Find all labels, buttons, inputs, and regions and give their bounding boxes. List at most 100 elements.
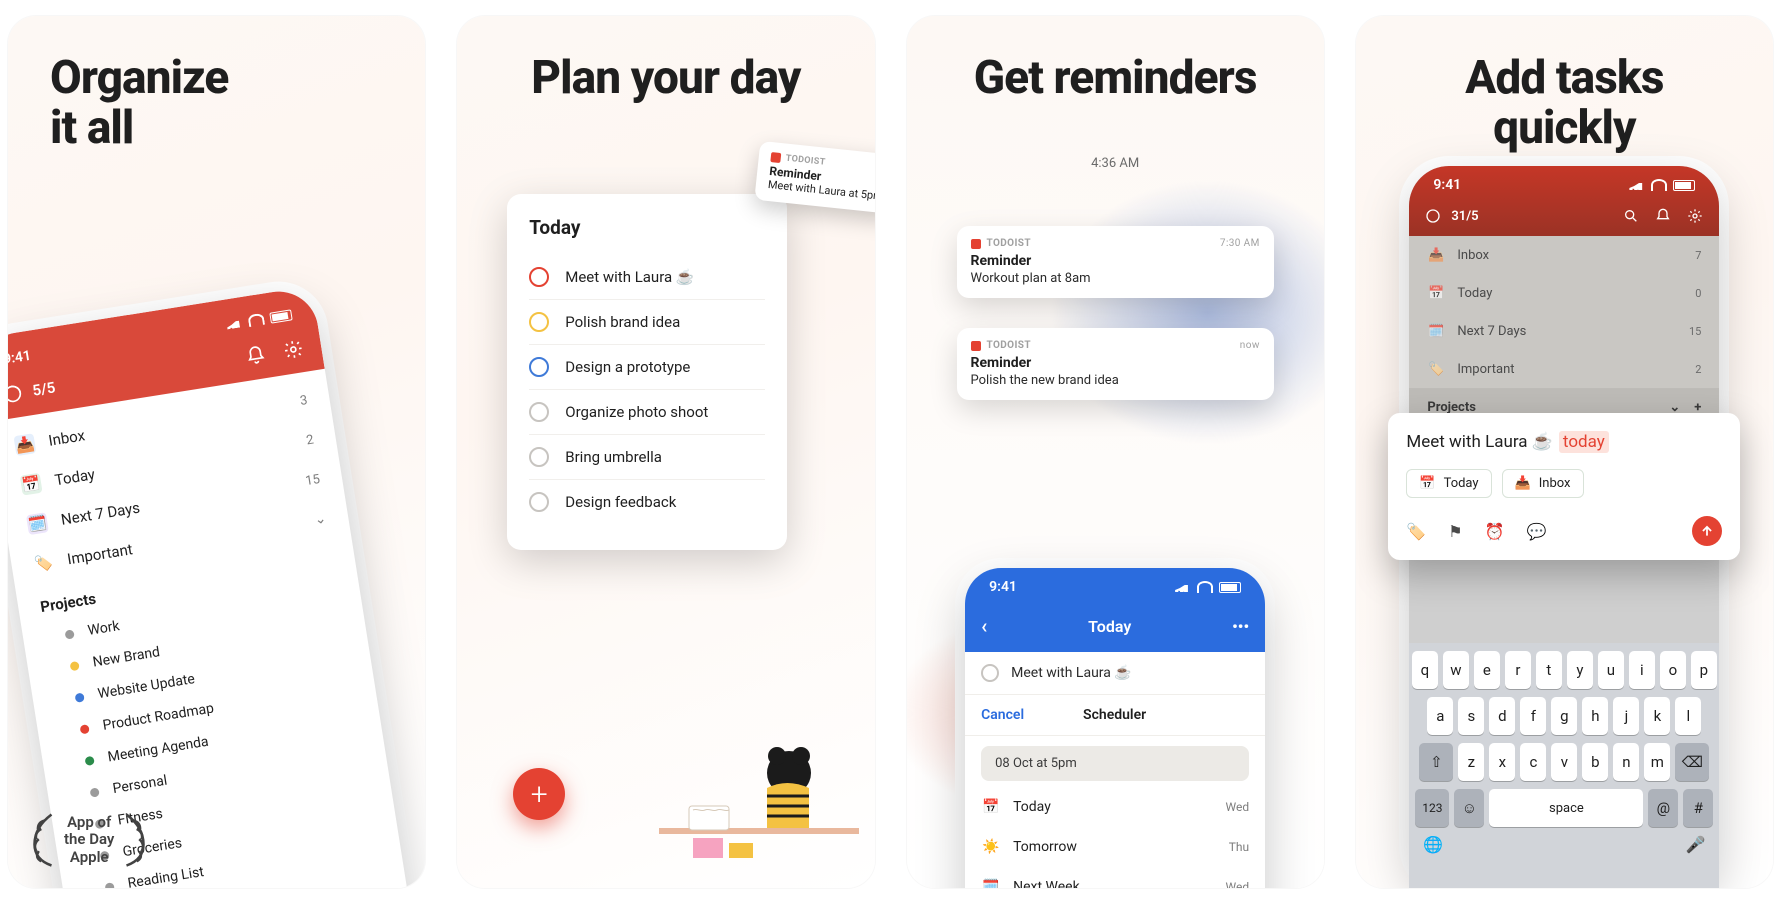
key-v[interactable]: v — [1551, 743, 1577, 781]
status-bar: 9:41 — [965, 568, 1265, 606]
alarm-icon[interactable]: ⏰ — [1485, 522, 1505, 541]
scheduler-bar: Cancel Scheduler — [965, 695, 1265, 736]
add-task-fab[interactable]: + — [513, 768, 565, 820]
notification-card[interactable]: TODOIST7:30 AM Reminder Workout plan at … — [957, 226, 1274, 298]
task-ring-icon[interactable] — [529, 402, 549, 422]
nlp-token: today — [1559, 431, 1609, 453]
key-y[interactable]: y — [1567, 651, 1593, 689]
key-i[interactable]: i — [1629, 651, 1655, 689]
nav-inbox[interactable]: 📥Inbox7 — [1409, 236, 1719, 274]
nav-today[interactable]: 📅Today0 — [1409, 274, 1719, 312]
comment-icon[interactable]: 💬 — [1527, 522, 1547, 541]
key-space[interactable]: space — [1489, 789, 1643, 827]
laurel-left-icon — [26, 810, 60, 870]
key-a[interactable]: a — [1427, 697, 1453, 735]
key-s[interactable]: s — [1458, 697, 1484, 735]
task-ring-icon[interactable] — [529, 492, 549, 512]
label-icon[interactable]: 🏷️ — [1406, 522, 1426, 541]
key-b[interactable]: b — [1582, 743, 1608, 781]
task-row[interactable]: Meet with Laura ☕ — [965, 652, 1265, 695]
key-j[interactable]: j — [1613, 697, 1639, 735]
key-m[interactable]: m — [1644, 743, 1670, 781]
key-f[interactable]: f — [1520, 697, 1546, 735]
key-w[interactable]: w — [1443, 651, 1469, 689]
gear-icon[interactable] — [282, 338, 305, 361]
date-chip[interactable]: 📅Today — [1406, 469, 1491, 498]
task-row[interactable]: Polish brand idea — [529, 300, 765, 345]
title-bar: ‹ Today ••• — [965, 606, 1265, 652]
calendar-icon: 🗓️ — [26, 512, 49, 535]
key-l[interactable]: l — [1675, 697, 1701, 735]
key-shift[interactable]: ⇧ — [1419, 743, 1453, 781]
task-ring-icon[interactable] — [529, 447, 549, 467]
key-123[interactable]: 123 — [1415, 789, 1449, 827]
nav-important[interactable]: 🏷️Important2 — [1409, 350, 1719, 388]
key-e[interactable]: e — [1474, 651, 1500, 689]
key-u[interactable]: u — [1598, 651, 1624, 689]
search-icon[interactable] — [1623, 208, 1639, 224]
key-t[interactable]: t — [1536, 651, 1562, 689]
sched-next-week[interactable]: 🗓️Next WeekWed — [965, 867, 1265, 888]
bell-icon[interactable] — [1655, 208, 1671, 224]
dot-icon — [69, 660, 79, 670]
key-n[interactable]: n — [1613, 743, 1639, 781]
key-q[interactable]: q — [1412, 651, 1438, 689]
key-h[interactable]: h — [1582, 697, 1608, 735]
key-p[interactable]: p — [1691, 651, 1717, 689]
bell-icon[interactable] — [244, 344, 267, 367]
key-k[interactable]: k — [1644, 697, 1670, 735]
task-ring-icon[interactable] — [529, 267, 549, 287]
key-backspace[interactable]: ⌫ — [1675, 743, 1709, 781]
key-d[interactable]: d — [1489, 697, 1515, 735]
key-z[interactable]: z — [1458, 743, 1484, 781]
task-ring-icon[interactable] — [529, 357, 549, 377]
sched-today[interactable]: 📅TodayWed — [965, 787, 1265, 827]
submit-button[interactable] — [1692, 516, 1722, 546]
key-r[interactable]: r — [1505, 651, 1531, 689]
task-input[interactable]: Meet with Laura ☕ today — [1406, 431, 1722, 453]
notification-card[interactable]: TODOISTnow Reminder Polish the new brand… — [957, 328, 1274, 400]
task-row[interactable]: Design feedback — [529, 480, 765, 524]
progress-icon[interactable] — [1425, 208, 1441, 224]
task-ring-icon[interactable] — [529, 312, 549, 332]
key-emoji[interactable]: ☺ — [1454, 789, 1484, 827]
cancel-button[interactable]: Cancel — [981, 707, 1024, 723]
progress-text: 31/5 — [1451, 209, 1478, 224]
mic-icon[interactable]: 🎤 — [1685, 835, 1705, 854]
key-at[interactable]: @ — [1648, 789, 1678, 827]
wifi-icon — [1651, 179, 1667, 191]
dot-icon — [64, 629, 74, 639]
nav-next7[interactable]: 🗓️Next 7 Days15 — [1409, 312, 1719, 350]
phone-header: 9:41 31/5 — [1409, 166, 1719, 236]
signal-icon — [1629, 180, 1645, 190]
task-row[interactable]: Design a prototype — [529, 345, 765, 390]
date-input[interactable]: 08 Oct at 5pm — [981, 746, 1249, 781]
quick-add-sheet: Meet with Laura ☕ today 📅Today 📥Inbox 🏷️… — [1388, 413, 1740, 560]
progress-icon[interactable] — [8, 382, 24, 405]
key-c[interactable]: c — [1520, 743, 1546, 781]
task-row[interactable]: Organize photo shoot — [529, 390, 765, 435]
desk-illustration — [659, 688, 859, 888]
battery-icon — [1673, 180, 1695, 191]
task-row[interactable]: Meet with Laura ☕ — [529, 255, 765, 300]
key-x[interactable]: x — [1489, 743, 1515, 781]
globe-icon[interactable]: 🌐 — [1423, 835, 1443, 854]
todoist-logo-icon — [971, 341, 981, 351]
dot-icon — [104, 882, 114, 888]
laurel-right-icon — [118, 810, 152, 870]
inbox-icon: 📥 — [1427, 246, 1445, 264]
task-row[interactable]: Bring umbrella — [529, 435, 765, 480]
gear-icon[interactable] — [1687, 208, 1703, 224]
project-chip[interactable]: 📥Inbox — [1502, 469, 1584, 498]
headline-reminders: Get reminders — [907, 54, 1324, 104]
back-icon[interactable]: ‹ — [981, 614, 987, 638]
more-icon[interactable]: ••• — [1232, 617, 1249, 636]
flag-icon[interactable]: ⚑ — [1448, 522, 1462, 541]
task-ring-icon[interactable] — [981, 664, 999, 682]
calendar-icon: 🗓️ — [1427, 322, 1445, 340]
key-g[interactable]: g — [1551, 697, 1577, 735]
key-hash[interactable]: # — [1683, 789, 1713, 827]
sched-tomorrow[interactable]: ☀️TomorrowThu — [965, 827, 1265, 867]
key-o[interactable]: o — [1660, 651, 1686, 689]
status-icons — [226, 308, 293, 330]
